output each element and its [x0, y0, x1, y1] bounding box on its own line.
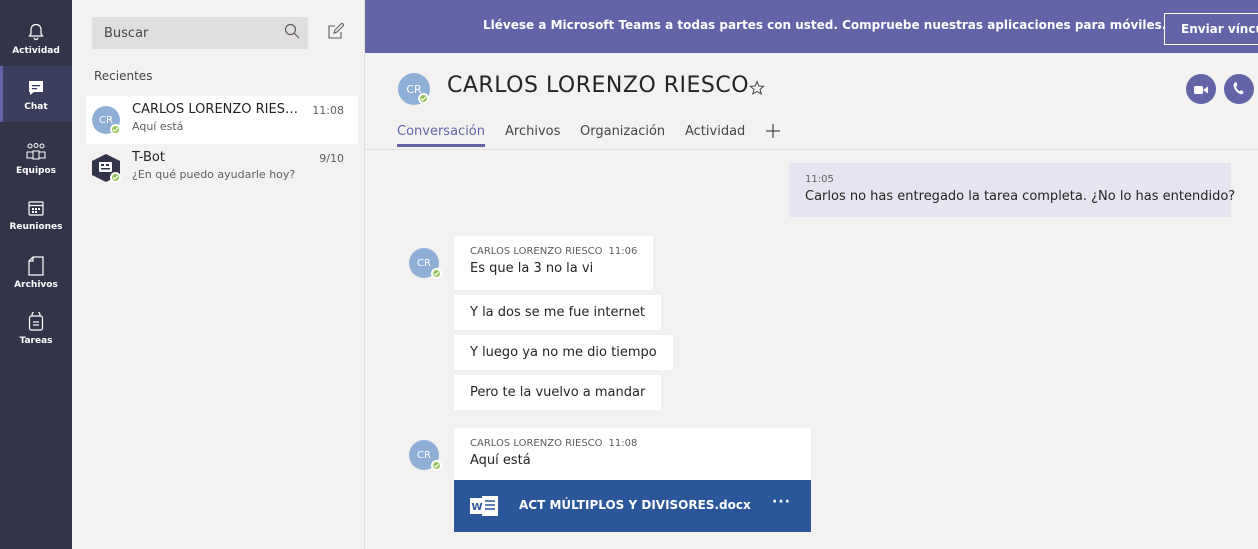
message-meta: CARLOS LORENZO RIESCO 11:08 — [470, 438, 795, 449]
file-icon — [25, 255, 47, 277]
file-attachment[interactable]: W ACT MÚLTIPLOS Y DIVISORES.docx ··· — [454, 480, 811, 532]
rail-label-equipos: Equipos — [15, 165, 57, 176]
svg-text:W: W — [472, 502, 483, 513]
word-icon: W — [470, 495, 500, 517]
bell-icon — [25, 21, 47, 43]
incoming-message[interactable]: CARLOS LORENZO RIESCO 11:08 Aquí está — [454, 428, 811, 480]
incoming-message[interactable]: Y la dos se me fue internet — [454, 295, 661, 330]
banner-text: Llévese a Microsoft Teams a todas partes… — [483, 18, 1167, 32]
rail-label-actividad: Actividad — [12, 45, 60, 56]
available-status-icon — [418, 93, 429, 104]
star-icon[interactable] — [749, 80, 767, 98]
file-name: ACT MÚLTIPLOS Y DIVISORES.docx — [519, 498, 751, 512]
tab-conversacion[interactable]: Conversación — [397, 124, 485, 139]
available-status-icon — [110, 172, 121, 183]
add-tab-icon[interactable] — [766, 123, 782, 139]
message-meta: CARLOS LORENZO RIESCO 11:06 — [470, 246, 637, 257]
rail-item-equipos[interactable]: Equipos — [0, 130, 72, 186]
chat-time: 9/10 — [319, 152, 344, 165]
message-time: 11:06 — [608, 246, 638, 257]
available-status-icon — [431, 268, 442, 279]
incoming-message[interactable]: Pero te la vuelvo a mandar — [454, 375, 662, 410]
incoming-message[interactable]: Y luego ya no me dio tiempo — [454, 335, 673, 370]
send-link-button[interactable]: Enviar víncu — [1164, 13, 1258, 45]
chat-list-pane: Recientes CR CARLOS LORENZO RIESC... 11:… — [72, 0, 365, 549]
rail-label-tareas: Tareas — [19, 335, 53, 346]
outgoing-message[interactable]: 11:05 Carlos no has entregado la tarea c… — [789, 163, 1236, 217]
tab-archivos[interactable]: Archivos — [505, 124, 560, 139]
message-text: Es que la 3 no la vi — [470, 261, 594, 276]
rail-item-tareas[interactable]: Tareas — [0, 300, 72, 356]
mobile-apps-banner: Llévese a Microsoft Teams a todas partes… — [365, 0, 1258, 53]
rail-item-actividad[interactable]: Actividad — [0, 10, 72, 66]
audio-call-button[interactable] — [1224, 74, 1254, 104]
compose-icon[interactable] — [328, 22, 348, 43]
avatar-initials: CR — [99, 114, 113, 126]
sender-name: CARLOS LORENZO RIESCO — [470, 246, 603, 257]
message-text: Y la dos se me fue internet — [470, 305, 645, 320]
more-options-icon[interactable]: ··· — [772, 494, 791, 510]
search-box — [92, 17, 308, 49]
contact-name: CARLOS LORENZO RIESCO — [447, 73, 750, 98]
rail-label-chat: Chat — [24, 101, 48, 112]
search-input[interactable] — [92, 17, 308, 49]
recent-label: Recientes — [94, 69, 153, 83]
app-rail: Actividad Chat Equipos Reuniones Archivo… — [0, 0, 72, 549]
avatar-initials: CR — [417, 449, 431, 461]
available-status-icon — [431, 460, 442, 471]
chat-name: CARLOS LORENZO RIESC... — [132, 102, 306, 117]
message-time: 11:05 — [805, 174, 834, 185]
chat-item-tbot[interactable]: T-Bot 9/10 ¿En qué puedo ayudarle hoy? — [86, 144, 358, 192]
chat-item-carlos[interactable]: CR CARLOS LORENZO RIESC... 11:08 Aquí es… — [86, 96, 358, 144]
message-text: Y luego ya no me dio tiempo — [470, 345, 657, 360]
video-call-button[interactable] — [1186, 74, 1216, 104]
search-icon[interactable] — [284, 23, 304, 43]
message-time: 11:08 — [608, 438, 638, 449]
calendar-icon — [25, 197, 47, 219]
rail-item-archivos[interactable]: Archivos — [0, 244, 72, 300]
available-status-icon — [110, 124, 121, 135]
chat-icon — [25, 77, 47, 99]
avatar-initials: CR — [417, 257, 431, 269]
phone-icon — [1233, 80, 1245, 99]
message-text: Carlos no has entregado la tarea complet… — [805, 189, 1236, 204]
message-text: Pero te la vuelvo a mandar — [470, 385, 646, 400]
assignments-icon — [25, 311, 47, 333]
chat-time: 11:08 — [312, 104, 344, 117]
tab-actividad[interactable]: Actividad — [685, 124, 745, 139]
chat-name: T-Bot — [132, 150, 165, 165]
rail-item-chat[interactable]: Chat — [0, 66, 72, 122]
teams-icon — [25, 141, 47, 163]
rail-item-reuniones[interactable]: Reuniones — [0, 186, 72, 242]
tab-organizacion[interactable]: Organización — [580, 124, 665, 139]
rail-label-archivos: Archivos — [14, 279, 58, 290]
conversation-header: CR CARLOS LORENZO RIESCO Conversación Ar… — [365, 53, 1258, 150]
sender-name: CARLOS LORENZO RIESCO — [470, 438, 603, 449]
chat-preview: ¿En qué puedo ayudarle hoy? — [132, 168, 296, 181]
incoming-message[interactable]: CARLOS LORENZO RIESCO 11:06 Es que la 3 n… — [454, 236, 654, 290]
message-text: Aquí está — [470, 453, 531, 468]
active-tab-indicator — [397, 144, 485, 147]
rail-label-reuniones: Reuniones — [9, 221, 63, 232]
chat-preview: Aquí está — [132, 120, 184, 133]
video-camera-icon — [1194, 80, 1208, 99]
conversation-pane: Llévese a Microsoft Teams a todas partes… — [365, 0, 1258, 549]
